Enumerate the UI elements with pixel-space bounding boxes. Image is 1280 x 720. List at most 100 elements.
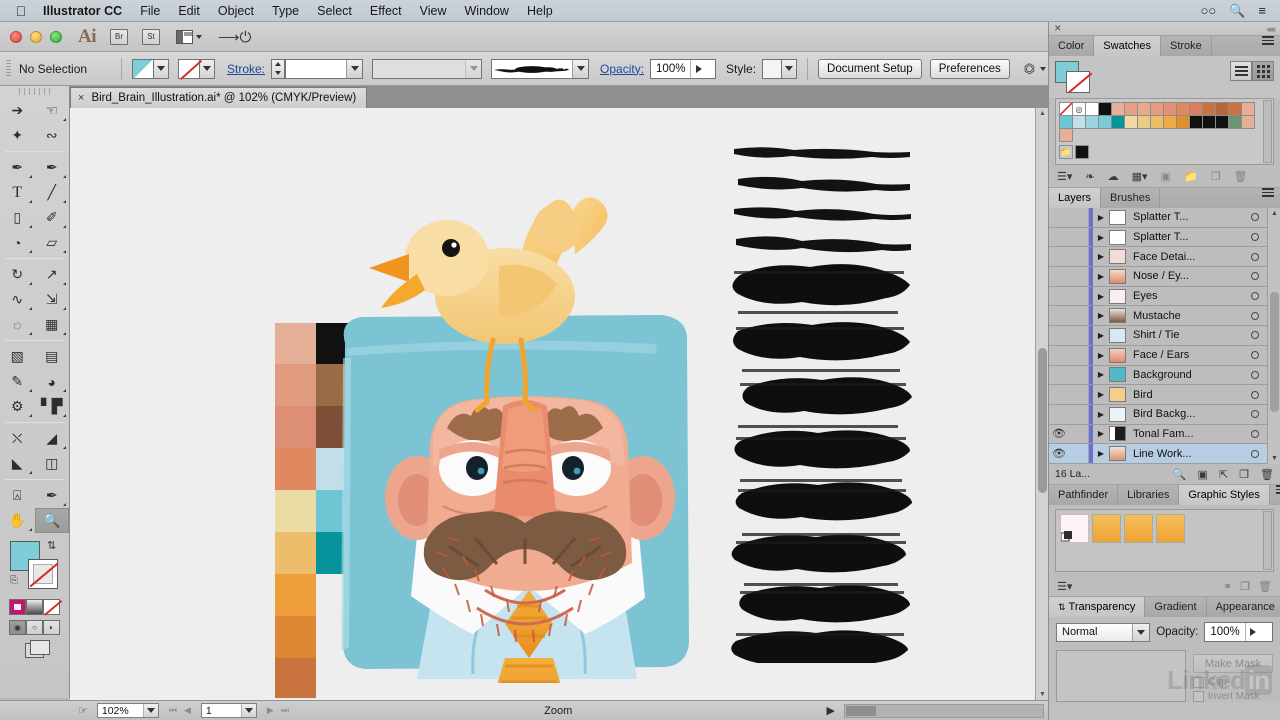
- menu-help[interactable]: Help: [518, 0, 562, 22]
- rectangle-tool[interactable]: ▯: [0, 205, 35, 230]
- make-mask-button[interactable]: Make Mask: [1193, 654, 1273, 673]
- tab-brushes[interactable]: Brushes: [1101, 188, 1161, 208]
- swatch-color[interactable]: [1111, 102, 1125, 116]
- layer-row[interactable]: ▶ Bird: [1049, 385, 1280, 405]
- stroke-color-box[interactable]: [28, 559, 58, 589]
- swatch-color[interactable]: [1202, 115, 1216, 129]
- artboard-tool[interactable]: ⛌: [0, 426, 35, 451]
- layer-row[interactable]: ▶ Background: [1049, 365, 1280, 386]
- swatch-color[interactable]: [1098, 115, 1112, 129]
- layer-target-indicator[interactable]: [1242, 370, 1268, 379]
- symbol-sprayer-tool[interactable]: ⚙: [0, 394, 35, 419]
- gradient-tool[interactable]: ▤: [35, 344, 70, 369]
- chevron-down-icon[interactable]: [572, 59, 589, 78]
- menu-app-name[interactable]: Illustrator CC: [34, 0, 131, 22]
- swatch-color[interactable]: [1241, 115, 1255, 129]
- layer-lock-toggle[interactable]: [1069, 345, 1089, 365]
- layer-expand-icon[interactable]: ▶: [1093, 292, 1109, 301]
- layer-target-indicator[interactable]: [1242, 292, 1268, 301]
- chevron-down-icon[interactable]: [782, 58, 798, 79]
- menu-view[interactable]: View: [411, 0, 456, 22]
- layer-expand-icon[interactable]: ▶: [1093, 311, 1109, 320]
- swatch-color[interactable]: [1072, 115, 1086, 129]
- stroke-weight-combo[interactable]: [285, 58, 364, 79]
- transparency-thumbnail[interactable]: [1056, 650, 1186, 702]
- layer-lock-toggle[interactable]: [1069, 365, 1089, 385]
- menu-effect[interactable]: Effect: [361, 0, 411, 22]
- color-button[interactable]: [9, 599, 26, 615]
- layers-scrollbar[interactable]: ▲ ▼: [1267, 208, 1280, 464]
- swatch-color[interactable]: [1176, 115, 1190, 129]
- swatch-registration[interactable]: ◎: [1072, 102, 1086, 116]
- swatch-color[interactable]: [1137, 115, 1151, 129]
- layer-lock-toggle[interactable]: [1069, 286, 1089, 306]
- layer-row[interactable]: ▶ Nose / Ey...: [1049, 267, 1280, 287]
- layer-expand-icon[interactable]: ▶: [1093, 410, 1109, 419]
- magic-wand-tool[interactable]: ✦: [0, 123, 35, 148]
- swatch-options-icon[interactable]: ▣: [1161, 170, 1171, 183]
- bridge-icon[interactable]: Br: [110, 28, 128, 45]
- preferences-button[interactable]: Preferences: [929, 58, 1010, 79]
- layer-lock-toggle[interactable]: [1069, 208, 1089, 227]
- opacity-popup-button[interactable]: [690, 59, 706, 78]
- invert-mask-checkbox-row[interactable]: Invert Mask: [1193, 691, 1273, 702]
- zoom-level-field[interactable]: 102%: [96, 703, 159, 718]
- layer-visibility-toggle[interactable]: 👁: [1049, 447, 1069, 460]
- scrollbar-thumb[interactable]: [846, 705, 876, 716]
- layer-row[interactable]: ▶ Splatter T...: [1049, 227, 1280, 248]
- pen-tool[interactable]: ✒: [0, 155, 35, 180]
- swatch-color[interactable]: [1228, 115, 1242, 129]
- graphic-style-swatch[interactable]: [1092, 514, 1121, 543]
- width-tool[interactable]: ∿: [0, 287, 35, 312]
- tab-appearance[interactable]: Appearance: [1206, 597, 1280, 617]
- chevron-down-icon[interactable]: [346, 59, 363, 78]
- crop-tool[interactable]: ⍓: [0, 483, 35, 508]
- close-icon[interactable]: ✕: [1054, 23, 1062, 34]
- creative-cloud-icon[interactable]: ○○: [1201, 4, 1217, 17]
- swatch-color[interactable]: [1124, 115, 1138, 129]
- column-graph-tool[interactable]: ▘▛: [35, 394, 70, 419]
- layer-expand-icon[interactable]: ▶: [1093, 370, 1109, 379]
- layer-target-indicator[interactable]: [1242, 449, 1268, 458]
- menu-file[interactable]: File: [131, 0, 169, 22]
- swap-fill-stroke-icon[interactable]: ⇅: [47, 539, 56, 552]
- layer-lock-toggle[interactable]: [1069, 424, 1089, 444]
- slice-tool[interactable]: ◢: [35, 426, 70, 451]
- bird-brain-illustration[interactable]: [325, 138, 725, 700]
- chevron-down-icon[interactable]: [465, 59, 482, 78]
- eyedropper-tool[interactable]: ✎: [0, 369, 35, 394]
- swatch-color[interactable]: [1111, 115, 1125, 129]
- direct-selection-tool[interactable]: ☜: [35, 98, 70, 123]
- curvature-tool[interactable]: ✒: [35, 155, 70, 180]
- canvas-vertical-scrollbar[interactable]: ▲ ▼: [1035, 108, 1048, 700]
- layer-expand-icon[interactable]: ▶: [1093, 252, 1109, 261]
- layer-row[interactable]: ▶ Mustache: [1049, 306, 1280, 327]
- eraser-tool[interactable]: ▱: [35, 230, 70, 255]
- zoom-tool[interactable]: 🔍: [34, 508, 69, 533]
- layer-lock-toggle[interactable]: [1069, 247, 1089, 267]
- delete-graphic-style-icon[interactable]: 🗑: [1258, 580, 1272, 593]
- layer-row[interactable]: ▶ Bird Backg...: [1049, 404, 1280, 425]
- swatches-grid[interactable]: ◎ 📁: [1055, 98, 1274, 165]
- scroll-up-icon[interactable]: ▲: [1039, 110, 1046, 117]
- swatch-color[interactable]: [1163, 102, 1177, 116]
- panel-menu-icon[interactable]: [1256, 36, 1280, 56]
- document-tab[interactable]: × Bird_Brain_Illustration.ai* @ 102% (CM…: [70, 87, 368, 108]
- new-swatch-icon[interactable]: ❐: [1211, 170, 1221, 183]
- swatch-white[interactable]: [1085, 102, 1099, 116]
- close-icon[interactable]: ×: [78, 92, 84, 104]
- select-similar-options[interactable]: ⏣: [1024, 61, 1047, 77]
- share-document-icon[interactable]: ☞: [74, 704, 92, 717]
- layer-lock-toggle[interactable]: [1069, 404, 1089, 424]
- arrange-documents-button[interactable]: [176, 29, 202, 44]
- swatch-libraries-icon[interactable]: ☰▾: [1057, 170, 1072, 183]
- menu-type[interactable]: Type: [263, 0, 308, 22]
- swatch-color[interactable]: [1189, 115, 1203, 129]
- swatch-color[interactable]: [1215, 102, 1229, 116]
- tab-gradient[interactable]: Gradient: [1145, 597, 1207, 617]
- swatch-none[interactable]: [1059, 102, 1073, 116]
- draw-inside-button[interactable]: ◐: [43, 620, 60, 635]
- status-popup-icon[interactable]: ▶: [823, 704, 839, 717]
- layer-lock-toggle[interactable]: [1069, 444, 1089, 463]
- collapse-panels-icon[interactable]: ««: [1267, 24, 1276, 34]
